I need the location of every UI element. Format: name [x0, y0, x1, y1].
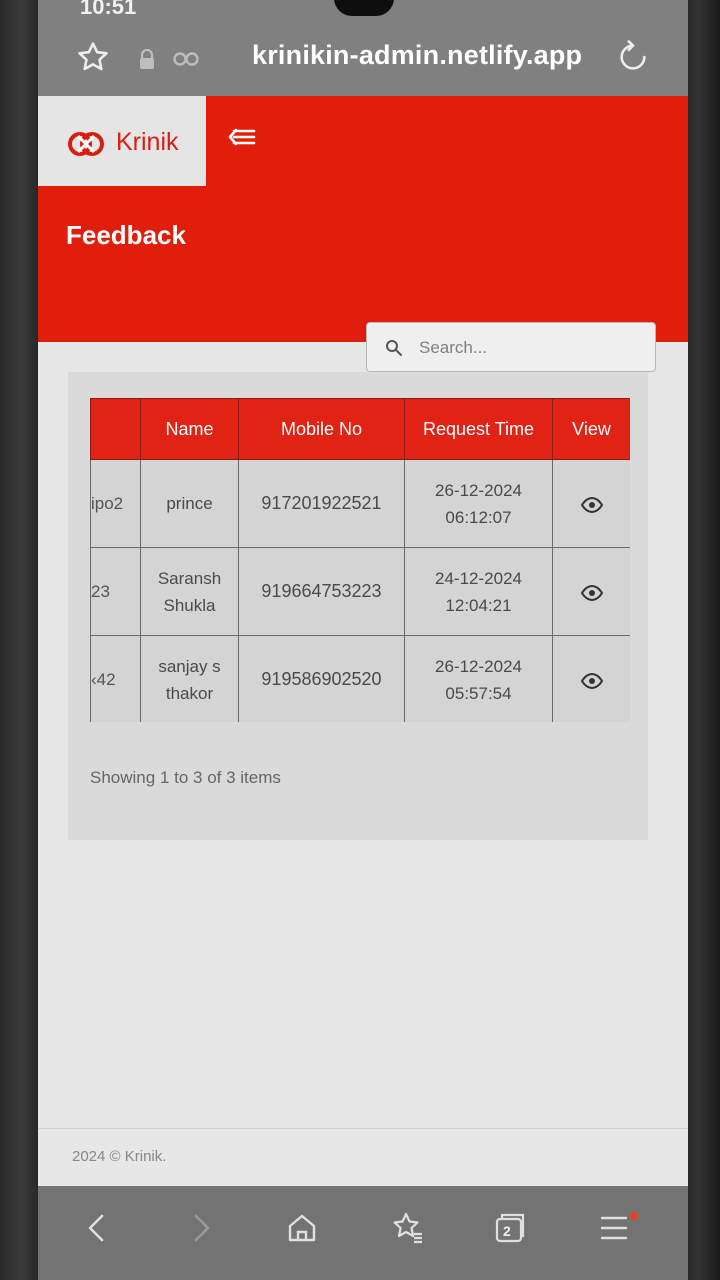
- address-bar-url[interactable]: krinikin-admin.netlify.app: [252, 40, 582, 71]
- cell-id: ipo2: [90, 459, 141, 548]
- column-header-name[interactable]: Name: [140, 398, 239, 460]
- feedback-card: Name Mobile No Request Time View ipo2 pr…: [68, 372, 648, 840]
- search-input[interactable]: [417, 331, 641, 365]
- eye-icon[interactable]: [580, 672, 603, 689]
- cell-id: 23: [90, 547, 141, 636]
- forward-icon[interactable]: [180, 1208, 220, 1248]
- cell-request-time: 26-12-2024 06:12:07: [404, 459, 553, 548]
- eye-icon[interactable]: [580, 584, 603, 601]
- lock-icon[interactable]: [138, 48, 156, 70]
- column-header-mobile[interactable]: Mobile No: [238, 398, 405, 460]
- request-time: 05:57:54: [445, 683, 512, 703]
- column-header-request-time[interactable]: Request Time: [404, 398, 553, 460]
- table-scroll-container[interactable]: Name Mobile No Request Time View ipo2 pr…: [90, 398, 630, 722]
- name-line: Saransh: [157, 568, 222, 588]
- home-icon[interactable]: [282, 1208, 322, 1248]
- cell-view: [552, 547, 630, 636]
- screen: 10:51 krinikin-admin.netlify.app Krinik …: [38, 0, 688, 1280]
- sidebar-toggle-icon[interactable]: [228, 126, 256, 148]
- menu-icon[interactable]: [594, 1208, 634, 1248]
- table-row: ‹42 sanjay s thakor 919586902520 26-12-20…: [90, 635, 630, 722]
- name-line: prince: [166, 494, 213, 513]
- tabs-count: 2: [503, 1223, 511, 1239]
- brand-name: Krinik: [116, 128, 179, 156]
- name-line: Shukla: [163, 595, 216, 615]
- cell-request-time: 26-12-2024 05:57:54: [404, 635, 553, 722]
- cell-id: ‹42: [90, 635, 141, 722]
- status-time: 10:51: [80, 0, 137, 19]
- back-icon[interactable]: [78, 1208, 118, 1248]
- table-row: ipo2 prince 917201922521 26-12-2024 06:12…: [90, 459, 630, 548]
- tracker-icon[interactable]: [172, 50, 200, 68]
- request-time: 12:04:21: [445, 595, 512, 615]
- cell-name: prince: [140, 459, 239, 548]
- reload-icon[interactable]: [616, 40, 650, 74]
- cell-name: Saransh Shukla: [140, 547, 239, 636]
- page-title: Feedback: [66, 220, 186, 250]
- name-line: thakor: [165, 683, 214, 703]
- star-icon[interactable]: [76, 40, 110, 74]
- tabs-button[interactable]: 2: [490, 1208, 530, 1248]
- eye-icon[interactable]: [580, 496, 603, 513]
- column-header-view[interactable]: View: [552, 398, 630, 460]
- request-date: 24-12-2024: [435, 568, 522, 588]
- krinik-logo-icon: [68, 132, 104, 156]
- search-icon: [386, 340, 402, 356]
- page-header: Krinik Feedback: [38, 96, 688, 342]
- cell-mobile: 917201922521: [238, 459, 405, 548]
- search-box[interactable]: [366, 322, 656, 372]
- camera-notch: [334, 0, 394, 16]
- request-date: 26-12-2024: [435, 480, 522, 500]
- cell-request-time: 24-12-2024 12:04:21: [404, 547, 553, 636]
- footer-divider: [38, 1128, 688, 1129]
- table-header-row: Name Mobile No Request Time View: [90, 398, 630, 460]
- browser-bottom-nav: 2: [38, 1186, 688, 1280]
- request-date: 26-12-2024: [435, 656, 522, 676]
- feedback-table: Name Mobile No Request Time View ipo2 pr…: [90, 398, 630, 722]
- footer-copyright: 2024 © Krinik.: [72, 1148, 167, 1165]
- cell-view: [552, 459, 630, 548]
- column-header-id[interactable]: [90, 398, 141, 460]
- name-line: sanjay s: [158, 656, 221, 676]
- phone-frame: 10:51 krinikin-admin.netlify.app Krinik …: [0, 0, 720, 1280]
- logo[interactable]: Krinik: [38, 96, 206, 186]
- cell-view: [552, 635, 630, 722]
- cell-mobile: 919586902520: [238, 635, 405, 722]
- cell-mobile: 919664753223: [238, 547, 405, 636]
- browser-toolbar: 10:51 krinikin-admin.netlify.app: [38, 0, 688, 96]
- request-time: 06:12:07: [445, 507, 512, 527]
- pagination-summary: Showing 1 to 3 of 3 items: [90, 768, 281, 787]
- table-row: 23 Saransh Shukla 919664753223 24-12-2024…: [90, 547, 630, 636]
- bookmarks-icon[interactable]: [388, 1208, 428, 1248]
- notification-dot: [630, 1212, 638, 1220]
- cell-name: sanjay s thakor: [140, 635, 239, 722]
